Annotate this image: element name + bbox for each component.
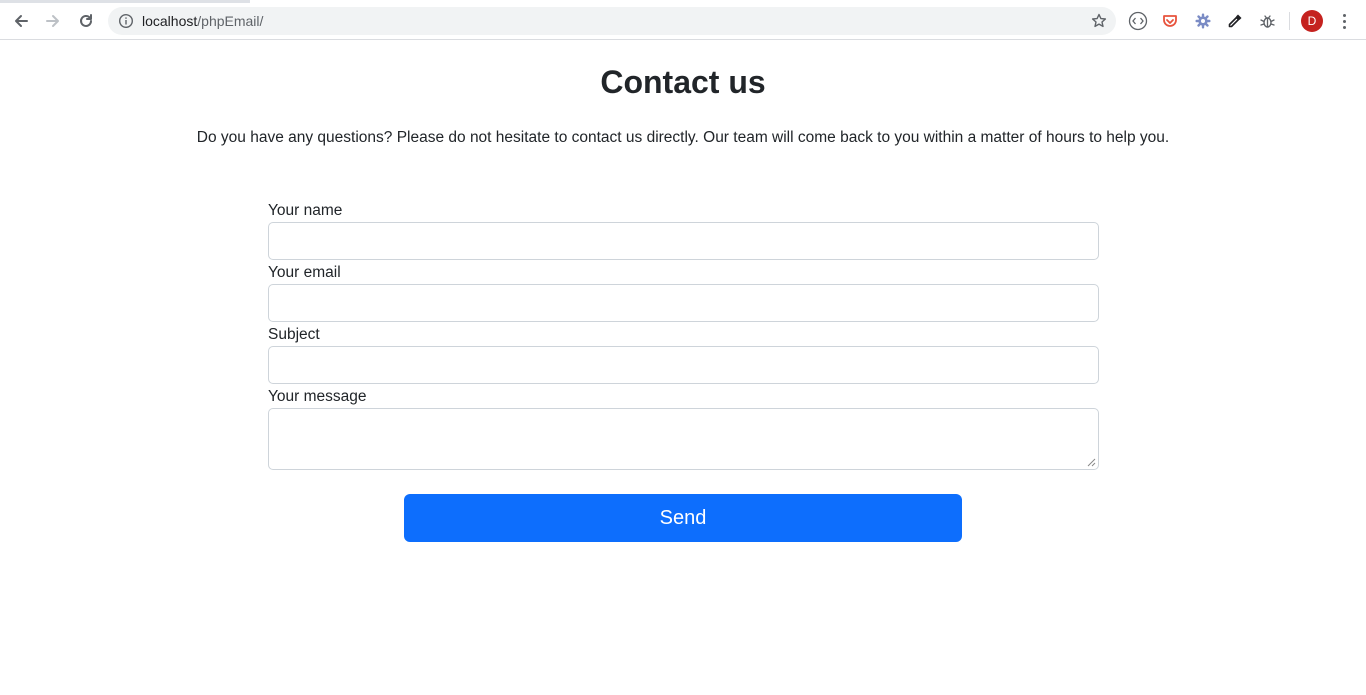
page-intro: Do you have any questions? Please do not… <box>196 129 1170 146</box>
url-text[interactable]: localhost/phpEmail/ <box>142 13 263 29</box>
resize-grip-icon[interactable] <box>1087 458 1096 467</box>
browser-toolbar: localhost/phpEmail/ D <box>0 0 1366 40</box>
extension-code-viewer[interactable] <box>1128 11 1148 31</box>
pocket-icon <box>1163 15 1177 27</box>
subject-label: Subject <box>268 326 320 343</box>
email-input[interactable] <box>268 284 1099 322</box>
subject-input[interactable] <box>268 346 1099 384</box>
extension-settings[interactable] <box>1193 11 1213 31</box>
message-label: Your message <box>268 388 367 405</box>
star-icon[interactable] <box>1090 12 1108 30</box>
extension-pocket[interactable] <box>1160 11 1180 31</box>
more-vert-icon[interactable] <box>1336 11 1352 31</box>
address-bar[interactable]: localhost/phpEmail/ <box>108 7 1116 35</box>
toolbar-separator <box>1289 12 1290 30</box>
extension-eyedropper[interactable] <box>1225 11 1245 31</box>
name-label: Your name <box>268 202 343 219</box>
reload-button[interactable] <box>73 8 99 34</box>
code-viewer-icon <box>1128 11 1148 31</box>
eyedropper-icon <box>1228 14 1242 28</box>
info-icon[interactable] <box>118 13 134 29</box>
back-button[interactable] <box>8 8 34 34</box>
forward-button[interactable] <box>40 8 66 34</box>
url-host: localhost <box>142 13 198 29</box>
contact-form: Your name Your email Subject Your messag… <box>268 200 1099 470</box>
url-path: /phpEmail/ <box>197 13 264 29</box>
bug-icon <box>1260 15 1275 28</box>
name-input[interactable] <box>268 222 1099 260</box>
reload-icon <box>80 14 92 27</box>
email-label: Your email <box>268 264 341 281</box>
tab-strip <box>0 0 250 3</box>
message-textarea[interactable] <box>268 408 1099 470</box>
gear-icon <box>1195 13 1211 29</box>
send-button[interactable]: Send <box>404 494 962 542</box>
extension-bug[interactable] <box>1257 11 1277 31</box>
page-title: Contact us <box>600 64 766 100</box>
arrow-right-icon <box>46 15 59 27</box>
profile-avatar[interactable]: D <box>1301 10 1323 32</box>
arrow-left-icon <box>15 15 28 27</box>
